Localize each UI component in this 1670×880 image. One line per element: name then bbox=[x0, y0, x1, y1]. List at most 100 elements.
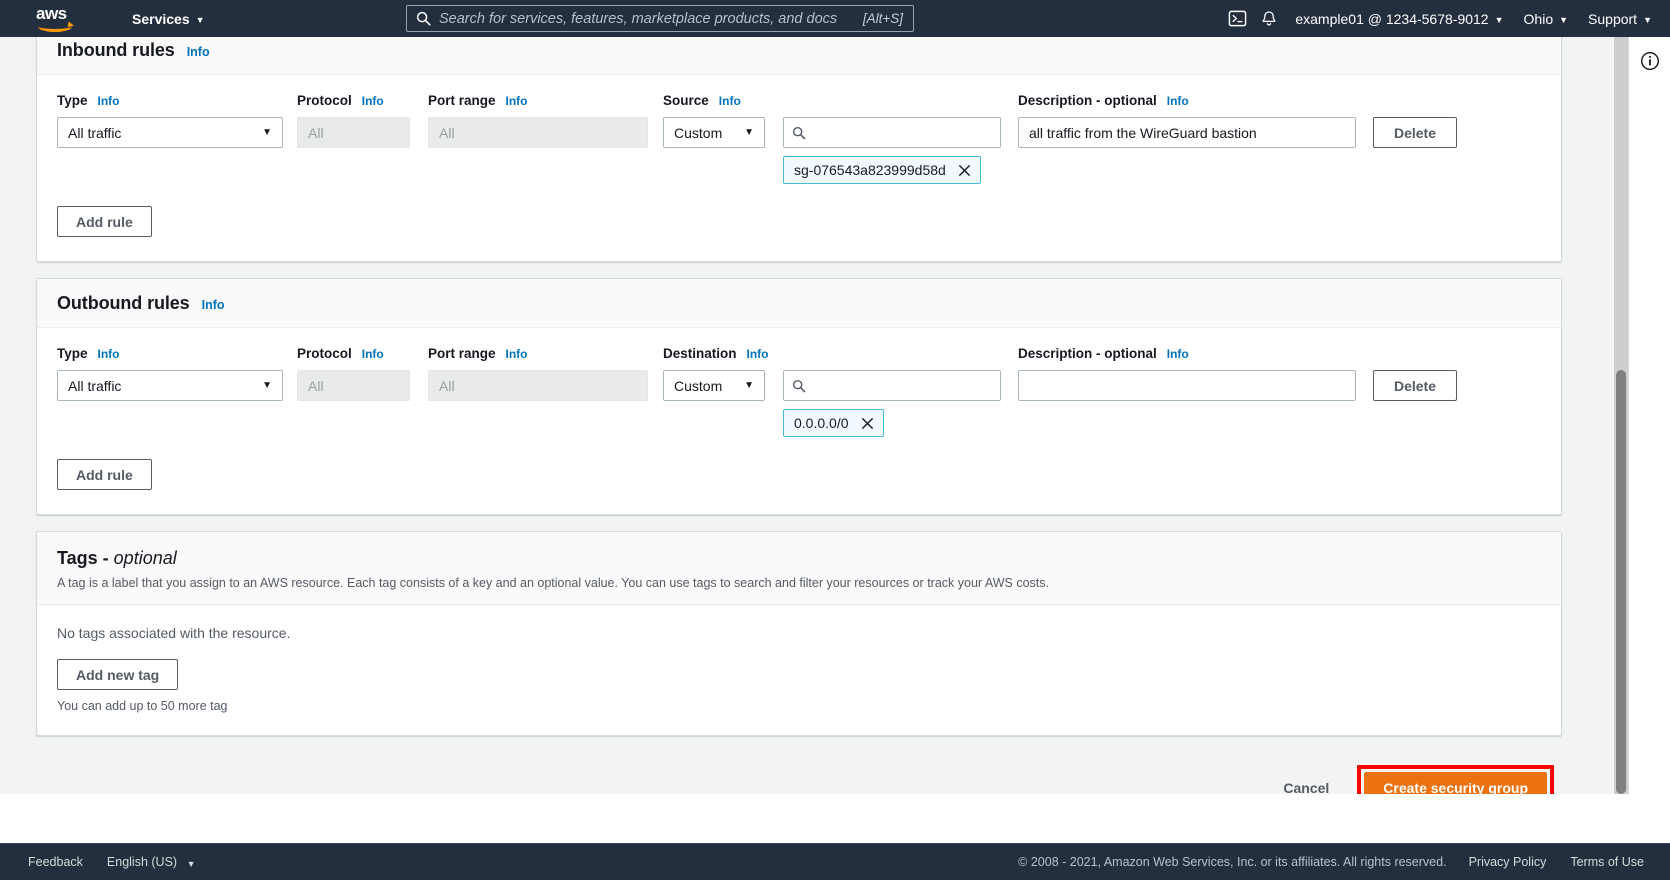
chevron-down-icon: ▼ bbox=[196, 15, 205, 25]
global-navigation-bar: aws Services ▼ Search for services, feat… bbox=[0, 0, 1670, 37]
outbound-type-column: Type Info All traffic ▼ bbox=[57, 346, 297, 437]
outbound-add-rule-wrap: Add rule bbox=[57, 437, 1541, 514]
inbound-description-label-group: Description - optional Info bbox=[1018, 93, 1373, 112]
add-new-tag-button[interactable]: Add new tag bbox=[57, 659, 178, 690]
services-menu-label: Services bbox=[132, 11, 190, 27]
chevron-down-icon: ▼ bbox=[1643, 15, 1652, 25]
inbound-type-column: Type Info All traffic ▼ bbox=[57, 93, 297, 184]
cancel-button[interactable]: Cancel bbox=[1269, 780, 1343, 794]
outbound-type-info-link[interactable]: Info bbox=[98, 347, 120, 361]
language-selector[interactable]: English (US) ▼ bbox=[95, 855, 208, 869]
inbound-port-range-label: Port range bbox=[428, 93, 496, 108]
outbound-destination-label-group: Destination Info bbox=[663, 346, 1018, 365]
support-menu-button[interactable]: Support ▼ bbox=[1578, 0, 1662, 37]
outbound-delete-rule-button[interactable]: Delete bbox=[1373, 370, 1457, 401]
chevron-down-icon: ▼ bbox=[262, 127, 272, 138]
outbound-destination-search-input[interactable] bbox=[783, 370, 1001, 401]
global-search-input[interactable]: Search for services, features, marketpla… bbox=[406, 5, 914, 32]
inbound-type-value: All traffic bbox=[68, 125, 121, 141]
inbound-type-select[interactable]: All traffic ▼ bbox=[57, 117, 283, 148]
outbound-destination-token[interactable]: 0.0.0.0/0 bbox=[783, 409, 884, 437]
region-menu-label: Ohio bbox=[1524, 11, 1554, 27]
tags-title: Tags - optional bbox=[57, 548, 1541, 569]
outbound-add-rule-button[interactable]: Add rule bbox=[57, 459, 152, 490]
search-icon bbox=[792, 126, 806, 140]
inbound-rules-header: Inbound rules Info bbox=[37, 37, 1561, 75]
inbound-protocol-label: Protocol bbox=[297, 93, 352, 108]
outbound-protocol-info-link[interactable]: Info bbox=[362, 347, 384, 361]
inbound-source-label-group: Source Info bbox=[663, 93, 1018, 112]
outbound-port-range-label-group: Port range Info bbox=[428, 346, 663, 365]
notifications-bell-icon[interactable] bbox=[1253, 0, 1285, 37]
inbound-type-info-link[interactable]: Info bbox=[98, 94, 120, 108]
outbound-port-range-value: All bbox=[439, 378, 455, 394]
inbound-port-range-input: All bbox=[428, 117, 648, 148]
inbound-protocol-info-link[interactable]: Info bbox=[362, 94, 384, 108]
inbound-port-range-column: Port range Info All bbox=[428, 93, 663, 184]
remove-destination-token-icon[interactable] bbox=[857, 412, 879, 434]
outbound-description-info-link[interactable]: Info bbox=[1167, 347, 1189, 361]
inbound-source-type-select[interactable]: Custom ▼ bbox=[663, 117, 765, 148]
cloudshell-icon[interactable] bbox=[1221, 0, 1253, 37]
outbound-description-input[interactable] bbox=[1018, 370, 1356, 401]
page-scrollbar-thumb[interactable] bbox=[1616, 370, 1626, 794]
outbound-type-label: Type bbox=[57, 346, 88, 361]
global-search-placeholder: Search for services, features, marketpla… bbox=[439, 11, 863, 27]
inbound-source-token[interactable]: sg-076543a823999d58d bbox=[783, 156, 981, 184]
feedback-link[interactable]: Feedback bbox=[16, 855, 95, 869]
page-footer: Feedback English (US) ▼ © 2008 - 2021, A… bbox=[0, 843, 1670, 880]
form-actions: Cancel Create security group bbox=[36, 752, 1562, 794]
inbound-type-label-group: Type Info bbox=[57, 93, 297, 112]
remove-source-token-icon[interactable] bbox=[954, 159, 976, 181]
outbound-rules-info-link[interactable]: Info bbox=[202, 298, 225, 312]
tags-title-main: Tags - bbox=[57, 548, 114, 568]
inbound-delete-column: Delete bbox=[1373, 93, 1483, 184]
chevron-down-icon: ▼ bbox=[1495, 15, 1504, 25]
inbound-description-input[interactable]: all traffic from the WireGuard bastion bbox=[1018, 117, 1356, 148]
inbound-description-column: Description - optional Info all traffic … bbox=[1018, 93, 1373, 184]
inbound-add-rule-button[interactable]: Add rule bbox=[57, 206, 152, 237]
outbound-type-select[interactable]: All traffic ▼ bbox=[57, 370, 283, 401]
outbound-rules-title: Outbound rules bbox=[57, 293, 190, 314]
inbound-port-range-info-link[interactable]: Info bbox=[506, 94, 528, 108]
support-menu-label: Support bbox=[1588, 11, 1637, 27]
outbound-port-range-label: Port range bbox=[428, 346, 496, 361]
outbound-destination-info-link[interactable]: Info bbox=[747, 347, 769, 361]
outbound-type-label-group: Type Info bbox=[57, 346, 297, 365]
inbound-add-rule-wrap: Add rule bbox=[57, 184, 1541, 261]
outbound-rules-header: Outbound rules Info bbox=[37, 279, 1561, 328]
outbound-description-label: Description - optional bbox=[1018, 346, 1157, 361]
region-menu-button[interactable]: Ohio ▼ bbox=[1514, 0, 1579, 37]
outbound-destination-type-select[interactable]: Custom ▼ bbox=[663, 370, 765, 401]
outbound-protocol-value: All bbox=[308, 378, 324, 394]
services-menu-button[interactable]: Services ▼ bbox=[122, 0, 215, 37]
search-icon bbox=[407, 11, 439, 26]
create-security-group-highlight: Create security group bbox=[1357, 765, 1554, 794]
inbound-source-column: Source Info Custom ▼ bbox=[663, 93, 1018, 184]
info-circle-icon[interactable] bbox=[1640, 51, 1660, 71]
inbound-rules-info-link[interactable]: Info bbox=[187, 45, 210, 59]
aws-logo[interactable]: aws bbox=[36, 6, 78, 32]
outbound-destination-token-label: 0.0.0.0/0 bbox=[794, 415, 849, 431]
inbound-description-info-link[interactable]: Info bbox=[1167, 94, 1189, 108]
aws-logo-wordmark: aws bbox=[36, 6, 78, 21]
outbound-port-range-info-link[interactable]: Info bbox=[506, 347, 528, 361]
form-content: Inbound rules Info Type Info All traffic… bbox=[36, 37, 1562, 794]
inbound-port-range-label-group: Port range Info bbox=[428, 93, 663, 112]
aws-logo-smile bbox=[38, 21, 72, 32]
privacy-policy-link[interactable]: Privacy Policy bbox=[1457, 855, 1559, 869]
account-menu-button[interactable]: example01 @ 1234-5678-9012 ▼ bbox=[1285, 0, 1513, 37]
tags-title-optional: optional bbox=[114, 548, 177, 568]
page-scrollbar-track[interactable] bbox=[1614, 37, 1628, 794]
outbound-rules-card: Outbound rules Info Type Info All traffi… bbox=[36, 278, 1562, 515]
inbound-delete-label-spacer bbox=[1373, 93, 1483, 112]
create-security-group-button[interactable]: Create security group bbox=[1364, 772, 1547, 794]
inbound-source-info-link[interactable]: Info bbox=[719, 94, 741, 108]
inbound-delete-rule-button[interactable]: Delete bbox=[1373, 117, 1457, 148]
inbound-source-search-input[interactable] bbox=[783, 117, 1001, 148]
terms-of-use-link[interactable]: Terms of Use bbox=[1558, 855, 1656, 869]
inbound-source-label: Source bbox=[663, 93, 709, 108]
outbound-delete-label-spacer bbox=[1373, 346, 1483, 365]
language-selector-label: English (US) bbox=[107, 855, 177, 869]
account-menu-label: example01 @ 1234-5678-9012 bbox=[1295, 11, 1488, 27]
